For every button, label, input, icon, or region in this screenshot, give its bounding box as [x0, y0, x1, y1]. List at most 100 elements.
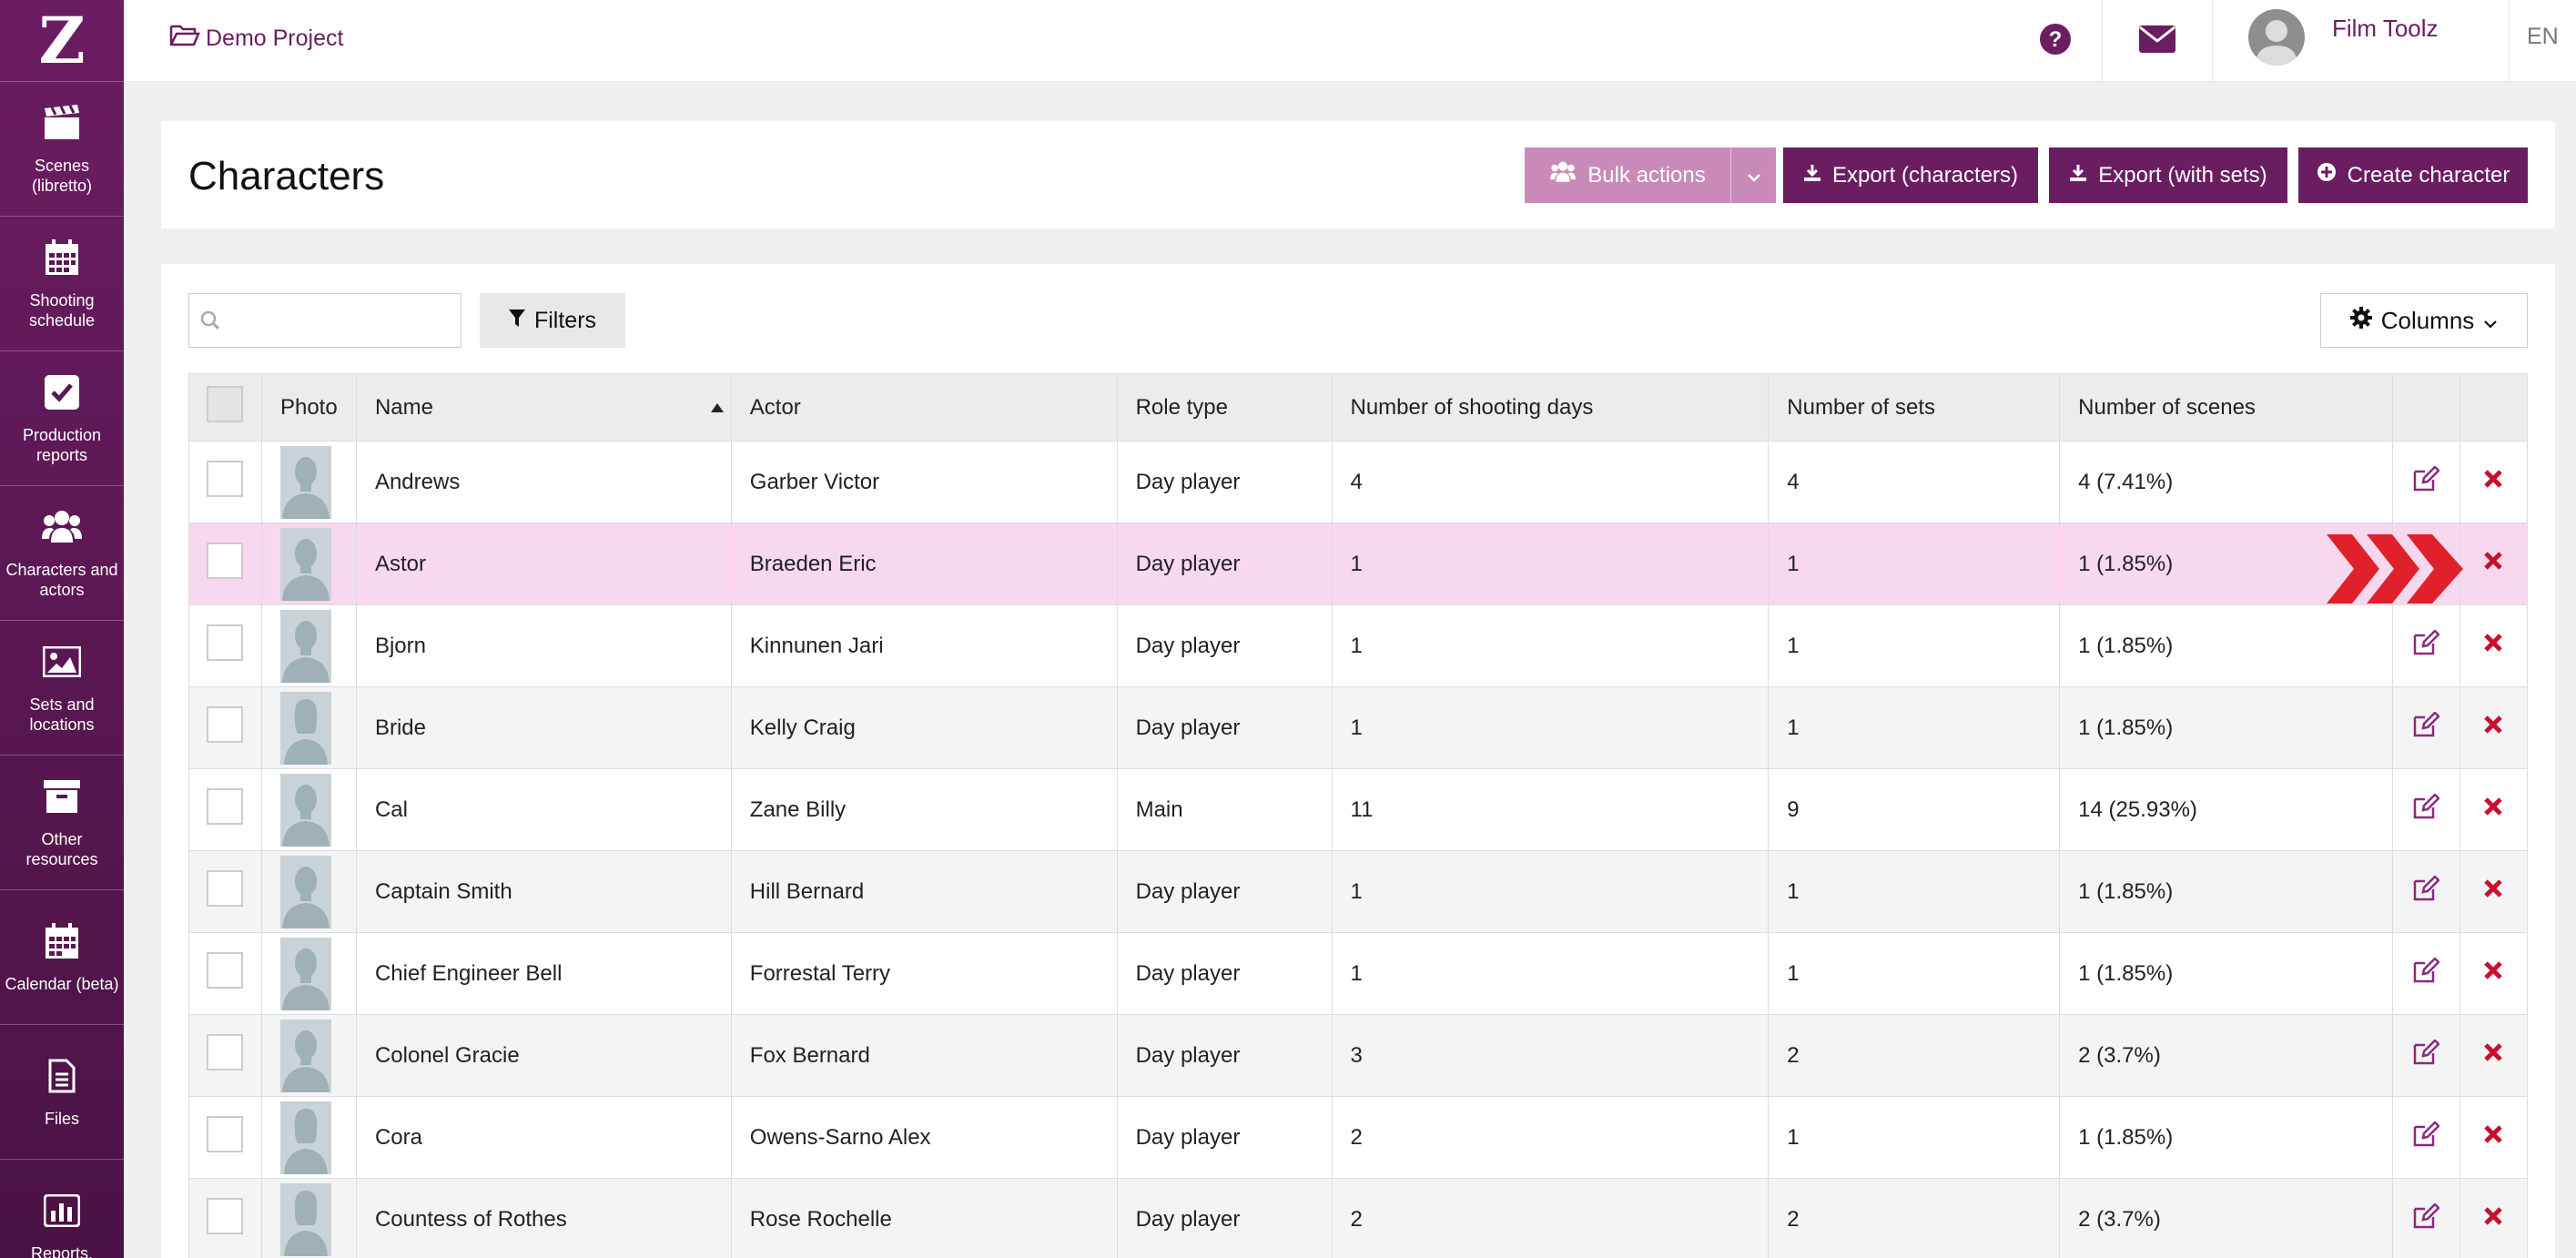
delete-button[interactable]: [2459, 768, 2529, 851]
sidebar-item-scenes[interactable]: Scenes (libretto): [0, 82, 124, 217]
person-silhouette-icon: [279, 1182, 331, 1256]
messages-button[interactable]: [2103, 0, 2212, 82]
row-checkbox[interactable]: [207, 543, 244, 579]
role-type: Day player: [1116, 850, 1333, 933]
sets-count: 1: [1768, 1096, 2061, 1179]
sidebar-item-other-resources[interactable]: Other resources: [0, 756, 124, 890]
table-row[interactable]: Countess of Rothes Rose Rochelle Day playe…: [188, 1178, 2529, 1258]
bulk-actions-button[interactable]: Bulk actions: [1525, 147, 1730, 203]
character-name[interactable]: Astor: [355, 522, 732, 605]
sidebar-item-production-reports[interactable]: Production reports: [0, 351, 124, 486]
sidebar-item-shooting-schedule[interactable]: Shooting schedule: [0, 217, 124, 351]
export-characters-button[interactable]: Export (characters): [1783, 147, 2038, 203]
row-checkbox[interactable]: [207, 1198, 244, 1234]
character-name[interactable]: Bride: [355, 686, 732, 769]
table-row[interactable]: Astor Braeden Eric Day player 1 1 1 (1.85%): [188, 522, 2529, 605]
project-name: Demo Project: [206, 25, 344, 51]
gear-icon: [2349, 306, 2372, 335]
row-checkbox[interactable]: [207, 706, 244, 743]
app-logo[interactable]: Z: [0, 0, 124, 82]
character-name[interactable]: Andrews: [355, 441, 732, 523]
column-header-shooting-days[interactable]: Number of shooting days: [1331, 373, 1770, 441]
edit-button[interactable]: [2392, 441, 2460, 523]
row-checkbox[interactable]: [207, 870, 244, 907]
search-input[interactable]: [229, 294, 457, 347]
character-name[interactable]: Bjorn: [355, 604, 732, 687]
language-selector[interactable]: EN: [2527, 24, 2559, 50]
column-header-name[interactable]: Name: [355, 373, 732, 441]
select-all-checkbox[interactable]: [207, 386, 244, 422]
edit-button[interactable]: [2392, 932, 2460, 1015]
column-header-sets[interactable]: Number of sets: [1768, 373, 2061, 441]
column-header-actor[interactable]: Actor: [730, 373, 1118, 441]
project-link[interactable]: Demo Project: [169, 24, 343, 54]
delete-button[interactable]: [2459, 850, 2529, 933]
row-checkbox[interactable]: [207, 1034, 244, 1070]
file-icon: [42, 1056, 82, 1096]
row-checkbox[interactable]: [207, 952, 244, 989]
table-row[interactable]: Cal Zane Billy Main 11 9 14 (25.93%): [188, 768, 2529, 851]
user-menu[interactable]: Film Toolz: [2248, 9, 2439, 66]
table-header-row: Photo Name Actor Role type Number of sho…: [188, 373, 2529, 441]
sidebar-item-reports[interactable]: Reports,: [0, 1160, 124, 1258]
column-header-scenes[interactable]: Number of scenes: [2059, 373, 2393, 441]
sidebar-item-sets[interactable]: Sets and locations: [0, 621, 124, 756]
row-checkbox[interactable]: [207, 624, 244, 661]
person-silhouette-icon: [279, 937, 331, 1010]
delete-button[interactable]: [2459, 604, 2529, 687]
delete-button[interactable]: [2459, 686, 2529, 769]
delete-button[interactable]: [2459, 1178, 2529, 1258]
edit-button[interactable]: [2392, 768, 2460, 851]
row-checkbox[interactable]: [207, 1116, 244, 1152]
delete-button[interactable]: [2459, 932, 2529, 1015]
edit-button[interactable]: [2392, 604, 2460, 687]
bulk-actions-dropdown-toggle[interactable]: [1730, 147, 1776, 203]
edit-button[interactable]: [2392, 1014, 2460, 1097]
edit-button[interactable]: [2392, 850, 2460, 933]
table-row[interactable]: Chief Engineer Bell Forrestal Terry Day pl…: [188, 932, 2529, 1015]
shooting-days: 1: [1331, 932, 1770, 1015]
row-select-cell: [188, 686, 262, 769]
delete-button[interactable]: [2459, 1096, 2529, 1179]
character-name[interactable]: Countess of Rothes: [355, 1178, 732, 1258]
edit-button[interactable]: [2392, 1096, 2460, 1179]
column-header-role-type[interactable]: Role type: [1116, 373, 1333, 441]
scenes-count: 1 (1.85%): [2059, 604, 2393, 687]
character-name[interactable]: Chief Engineer Bell: [355, 932, 732, 1015]
edit-button[interactable]: [2392, 1178, 2460, 1258]
character-name[interactable]: Cora: [355, 1096, 732, 1179]
table-row[interactable]: Bride Kelly Craig Day player 1 1 1 (1.85%): [188, 686, 2529, 769]
table-row[interactable]: Cora Owens-Sarno Alex Day player 2 1 1 (1.85%…: [188, 1096, 2529, 1179]
character-name[interactable]: Captain Smith: [355, 850, 732, 933]
sidebar-item-label: Production reports: [22, 425, 102, 464]
help-button[interactable]: ?: [2019, 0, 2092, 82]
delete-button[interactable]: [2459, 441, 2529, 523]
search-box[interactable]: [188, 293, 461, 348]
role-type: Day player: [1116, 1178, 1333, 1258]
table-row[interactable]: Andrews Garber Victor Day player 4 4 4 (7.41%…: [188, 441, 2529, 523]
table-row[interactable]: Captain Smith Hill Bernard Day player 1 1 1 (…: [188, 850, 2529, 933]
row-checkbox[interactable]: [207, 461, 244, 497]
delete-button[interactable]: [2459, 522, 2529, 605]
table-row[interactable]: Bjorn Kinnunen Jari Day player 1 1 1 (1.85%): [188, 604, 2529, 687]
delete-button[interactable]: [2459, 1014, 2529, 1097]
sidebar-item-calendar[interactable]: Calendar (beta): [0, 890, 124, 1025]
sidebar-item-characters[interactable]: Characters and actors: [0, 486, 124, 621]
edit-button[interactable]: [2392, 686, 2460, 769]
create-character-button[interactable]: Create character: [2298, 147, 2528, 203]
person-silhouette-icon: [279, 609, 331, 683]
export-with-sets-button[interactable]: Export (with sets): [2049, 147, 2287, 203]
table-row[interactable]: Colonel Gracie Fox Bernard Day player 3 2 2 (…: [188, 1014, 2529, 1097]
character-name[interactable]: Colonel Gracie: [355, 1014, 732, 1097]
sidebar-item-files[interactable]: Files: [0, 1025, 124, 1160]
row-select-cell: [188, 522, 262, 605]
character-name[interactable]: Cal: [355, 768, 732, 851]
edit-button[interactable]: [2392, 522, 2460, 605]
columns-button[interactable]: Columns: [2320, 293, 2528, 348]
sidebar-item-label: Calendar (beta): [5, 974, 119, 993]
sets-count: 1: [1768, 850, 2061, 933]
envelope-icon: [2139, 25, 2175, 57]
filters-button[interactable]: Filters: [480, 293, 625, 348]
row-checkbox[interactable]: [207, 788, 244, 825]
export-with-sets-label: Export (with sets): [2098, 162, 2267, 188]
